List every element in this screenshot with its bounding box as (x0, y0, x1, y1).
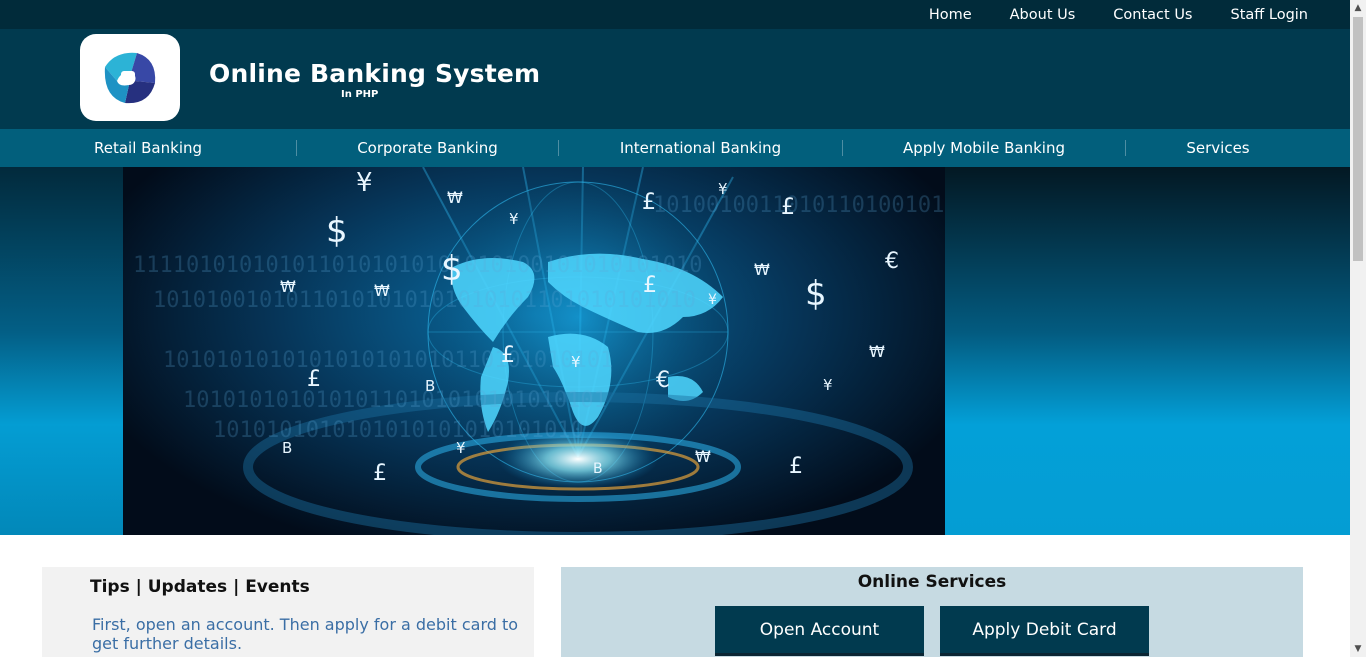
currency-symbol: ¥ (356, 168, 373, 198)
currency-symbol: £ (373, 461, 387, 486)
main-nav: Retail Banking Corporate Banking Interna… (0, 129, 1350, 167)
hero-left-glow (0, 167, 123, 535)
online-services-title: Online Services (857, 572, 1007, 592)
open-account-button[interactable]: Open Account (715, 606, 924, 656)
currency-symbol: $ (326, 211, 348, 251)
nav-retail-banking[interactable]: Retail Banking (0, 129, 296, 167)
currency-symbol: ¥ (823, 376, 833, 394)
svg-text:101010010101101010101010101011: 1010100101011010101010101010110101010101… (153, 288, 696, 313)
currency-symbol: ₩ (754, 260, 770, 279)
currency-symbol: $ (805, 274, 827, 314)
currency-symbol: £ (307, 367, 321, 392)
tips-title: Tips | Updates | Events (90, 577, 310, 597)
hero-right-glow (945, 167, 1350, 535)
currency-symbol: B (425, 377, 435, 395)
currency-symbol: B (282, 439, 292, 457)
site-header: Online Banking System In PHP (0, 29, 1350, 129)
currency-symbol: ₩ (869, 342, 885, 361)
hero-image: 10100100110101101001010101 1111010101010… (123, 167, 997, 535)
nav-apply-mobile-banking[interactable]: Apply Mobile Banking (843, 129, 1125, 167)
currency-symbol: ₩ (447, 188, 463, 207)
currency-symbol: £ (643, 273, 657, 298)
currency-symbol: £ (789, 454, 803, 479)
page: Home About Us Contact Us Staff Login Onl… (0, 0, 1366, 657)
globe-currency-illustration: 10100100110101101001010101 1111010101010… (133, 167, 997, 535)
top-nav: Home About Us Contact Us Staff Login (891, 0, 1308, 29)
nav-contact-link[interactable]: Contact Us (1113, 7, 1192, 23)
svg-text:101010101010101101010101010101: 10101010101010110101010101010101 (183, 388, 607, 413)
currency-symbol: ¥ (718, 180, 728, 198)
currency-symbol: ₩ (280, 277, 296, 296)
currency-symbol: ¥ (456, 439, 466, 457)
top-bar: Home About Us Contact Us Staff Login (0, 0, 1350, 29)
currency-symbol: £ (501, 343, 515, 368)
currency-symbol: ¥ (509, 210, 519, 228)
nav-corporate-banking[interactable]: Corporate Banking (297, 129, 558, 167)
currency-symbol: € (656, 368, 670, 393)
apply-debit-card-button[interactable]: Apply Debit Card (940, 606, 1149, 656)
scroll-thumb[interactable] (1353, 17, 1363, 261)
currency-symbol: £ (642, 190, 656, 215)
svg-text:1010101010101010101010101010: 1010101010101010101010101010 (213, 418, 584, 443)
nav-staff-login-link[interactable]: Staff Login (1231, 7, 1309, 23)
svg-text:10100100110101101001010101: 10100100110101101001010101 (653, 193, 945, 218)
currency-symbol: £ (781, 195, 795, 220)
scroll-up-arrow-icon[interactable]: ▲ (1350, 0, 1366, 16)
currency-symbol: ¥ (571, 353, 581, 371)
bank-logo-icon[interactable] (80, 34, 180, 121)
online-services-panel: Online Services Open Account Apply Debit… (561, 567, 1303, 657)
vertical-scrollbar[interactable]: ▲ ▼ (1350, 0, 1366, 657)
hero-banner: 10100100110101101001010101 1111010101010… (0, 167, 1350, 535)
currency-symbol: ₩ (695, 447, 711, 466)
nav-international-banking[interactable]: International Banking (559, 129, 842, 167)
nav-services[interactable]: Services (1126, 129, 1310, 167)
nav-about-link[interactable]: About Us (1010, 7, 1076, 23)
currency-symbol: $ (441, 249, 463, 289)
currency-symbol: B (593, 461, 603, 477)
scroll-down-arrow-icon[interactable]: ▼ (1350, 641, 1366, 657)
tips-text: First, open an account. Then apply for a… (92, 615, 519, 653)
tips-panel: Tips | Updates | Events First, open an a… (42, 567, 534, 657)
currency-symbol: ₩ (374, 281, 390, 300)
svg-text:101010101010101010101011010101: 1010101010101010101010110101010101 (163, 348, 613, 373)
nav-home-link[interactable]: Home (929, 7, 972, 23)
site-subtitle: In PHP (341, 89, 379, 100)
currency-symbol: ¥ (708, 292, 717, 308)
svg-text:111101010101011010101010101010: 1111010101010110101010101010100101010101… (133, 253, 703, 278)
site-title: Online Banking System (209, 59, 541, 88)
currency-symbol: € (885, 249, 899, 274)
